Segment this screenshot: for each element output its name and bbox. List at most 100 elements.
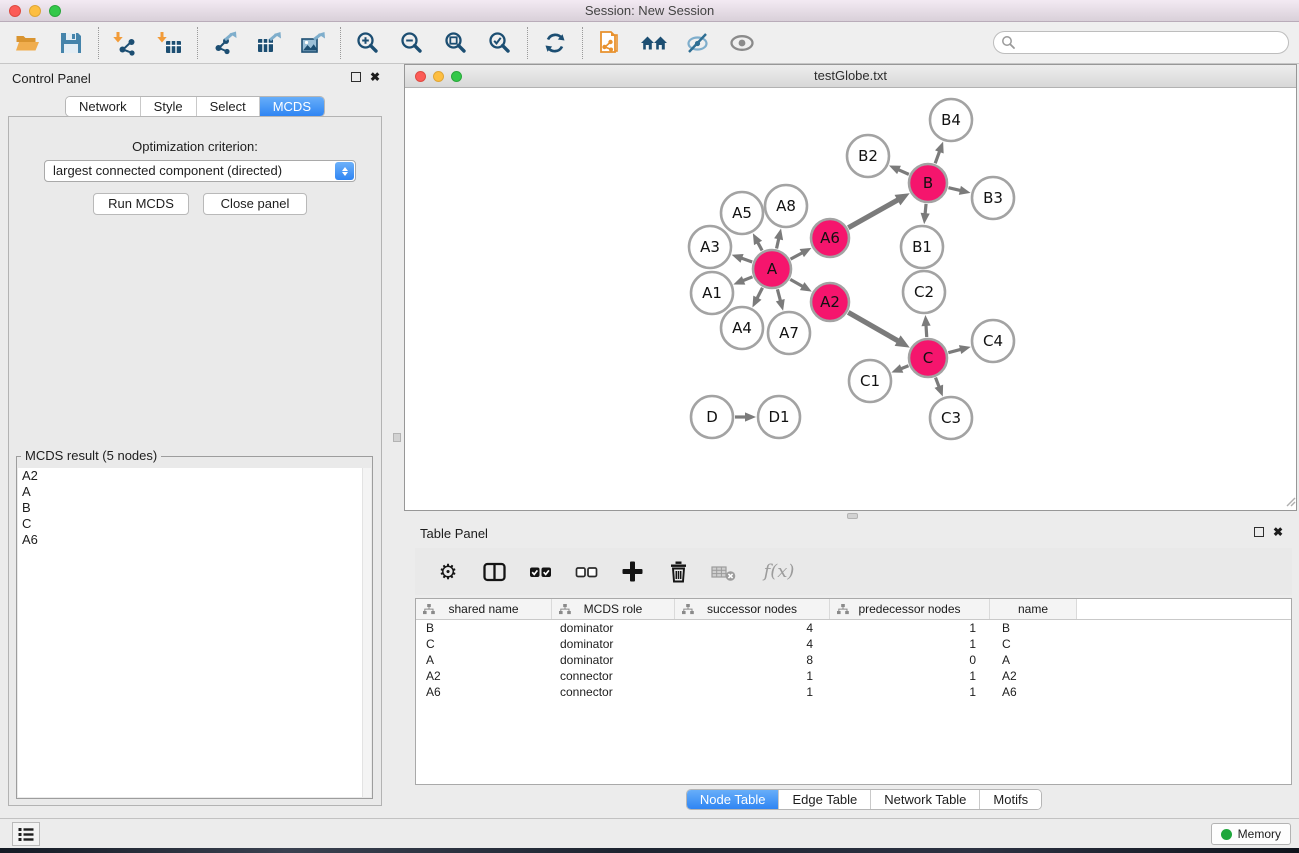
table-cell[interactable]: 1 [830, 620, 990, 636]
edge-B-B1[interactable] [925, 204, 926, 214]
tab-edge-table[interactable]: Edge Table [779, 790, 871, 809]
import-network-button[interactable] [106, 26, 146, 60]
table-cell[interactable]: 1 [830, 636, 990, 652]
zoom-in-button[interactable] [348, 26, 388, 60]
float-panel-icon[interactable] [351, 72, 361, 82]
edge-A6-B[interactable] [848, 200, 898, 228]
result-scrollbar[interactable] [362, 468, 371, 797]
close-panel-button[interactable]: Close panel [203, 193, 307, 215]
tab-network-table[interactable]: Network Table [871, 790, 980, 809]
edge-B-B3[interactable] [948, 188, 960, 191]
horizontal-splitter-handle[interactable] [847, 513, 858, 519]
table-row[interactable]: A6connector11A6 [416, 684, 1291, 700]
tab-motifs[interactable]: Motifs [980, 790, 1041, 809]
hide-annotations-button[interactable] [678, 26, 718, 60]
edge-A-A4[interactable] [757, 288, 763, 299]
edge-A-A6[interactable] [791, 253, 803, 259]
table-cell[interactable]: 1 [830, 684, 990, 700]
float-table-panel-icon[interactable] [1254, 527, 1264, 537]
zoom-fit-button[interactable] [436, 26, 476, 60]
table-cell[interactable]: 4 [675, 636, 830, 652]
tab-style[interactable]: Style [141, 97, 197, 116]
close-window-button[interactable] [9, 5, 21, 17]
column-header-mcds-role[interactable]: MCDS role [552, 599, 675, 619]
table-cell[interactable]: A2 [416, 668, 552, 684]
network-window-titlebar[interactable]: testGlobe.txt [405, 65, 1296, 88]
unselect-all-columns-button[interactable] [573, 559, 599, 585]
table-cell[interactable]: dominator [552, 652, 675, 668]
edge-B-B4[interactable] [935, 151, 939, 163]
result-item[interactable]: A2 [18, 468, 371, 484]
table-cell[interactable]: A6 [416, 684, 552, 700]
table-row[interactable]: Bdominator41B [416, 620, 1291, 636]
show-graphics-details-button[interactable] [722, 26, 762, 60]
table-cell[interactable]: 0 [830, 652, 990, 668]
column-header-name[interactable]: name [990, 599, 1077, 619]
table-cell[interactable]: A [990, 652, 1077, 668]
edge-A-A5[interactable] [758, 242, 763, 250]
table-cell[interactable]: 8 [675, 652, 830, 668]
table-cell[interactable]: 4 [675, 620, 830, 636]
home-layout-button[interactable] [634, 26, 674, 60]
minimize-network-window-button[interactable] [433, 71, 444, 82]
edge-C-C1[interactable] [901, 366, 909, 369]
table-cell[interactable]: A2 [990, 668, 1077, 684]
tab-node-table[interactable]: Node Table [687, 790, 780, 809]
save-session-button[interactable] [51, 26, 91, 60]
close-panel-icon[interactable]: ✖ [370, 71, 380, 83]
edge-A-A3[interactable] [741, 258, 752, 262]
table-cell[interactable]: 1 [675, 684, 830, 700]
edge-C-C4[interactable] [948, 349, 961, 352]
vertical-splitter-handle[interactable] [393, 433, 401, 442]
edge-B-B2[interactable] [898, 170, 909, 175]
task-history-button[interactable] [12, 822, 40, 846]
search-input[interactable] [993, 31, 1289, 54]
open-session-button[interactable] [7, 26, 47, 60]
table-cell[interactable]: A [416, 652, 552, 668]
table-cell[interactable]: C [990, 636, 1077, 652]
tab-mcds[interactable]: MCDS [260, 97, 324, 116]
edge-A-A8[interactable] [777, 238, 779, 248]
close-network-window-button[interactable] [415, 71, 426, 82]
resize-grip[interactable] [1285, 495, 1296, 510]
edge-A2-C[interactable] [848, 312, 898, 341]
table-cell[interactable]: 1 [830, 668, 990, 684]
memory-button[interactable]: Memory [1211, 823, 1291, 845]
vertical-splitter[interactable] [390, 64, 404, 818]
zoom-out-button[interactable] [392, 26, 432, 60]
table-row[interactable]: Cdominator41C [416, 636, 1291, 652]
export-image-button[interactable] [293, 26, 333, 60]
horizontal-splitter[interactable] [404, 511, 1299, 520]
export-table-button[interactable] [249, 26, 289, 60]
edge-A-A7[interactable] [777, 289, 780, 301]
tab-network[interactable]: Network [66, 97, 141, 116]
refresh-button[interactable] [535, 26, 575, 60]
table-cell[interactable]: B [416, 620, 552, 636]
edge-A-A2[interactable] [790, 279, 803, 286]
column-header-successor-nodes[interactable]: successor nodes [675, 599, 830, 619]
function-builder-button[interactable]: f(x) [757, 559, 801, 585]
add-row-button[interactable] [619, 559, 645, 585]
select-all-columns-button[interactable] [527, 559, 553, 585]
table-row[interactable]: A2connector11A2 [416, 668, 1291, 684]
table-cell[interactable]: C [416, 636, 552, 652]
column-header-predecessor-nodes[interactable]: predecessor nodes [830, 599, 990, 619]
show-columns-button[interactable] [481, 559, 507, 585]
criterion-select[interactable]: largest connected component (directed) [44, 160, 356, 182]
edge-C-C2[interactable] [926, 325, 927, 337]
table-cell[interactable]: connector [552, 668, 675, 684]
column-header-shared-name[interactable]: shared name [416, 599, 552, 619]
table-cell[interactable]: A6 [990, 684, 1077, 700]
table-options-button[interactable]: ⚙ [435, 559, 461, 585]
table-cell[interactable]: dominator [552, 620, 675, 636]
zoom-window-button[interactable] [49, 5, 61, 17]
result-item[interactable]: A [18, 484, 371, 500]
table-cell[interactable]: connector [552, 684, 675, 700]
result-item[interactable]: A6 [18, 532, 371, 548]
edge-A-A1[interactable] [743, 277, 753, 281]
delete-table-button[interactable] [711, 559, 737, 585]
minimize-window-button[interactable] [29, 5, 41, 17]
delete-rows-button[interactable] [665, 559, 691, 585]
table-cell[interactable]: 1 [675, 668, 830, 684]
network-from-file-button[interactable] [590, 26, 630, 60]
